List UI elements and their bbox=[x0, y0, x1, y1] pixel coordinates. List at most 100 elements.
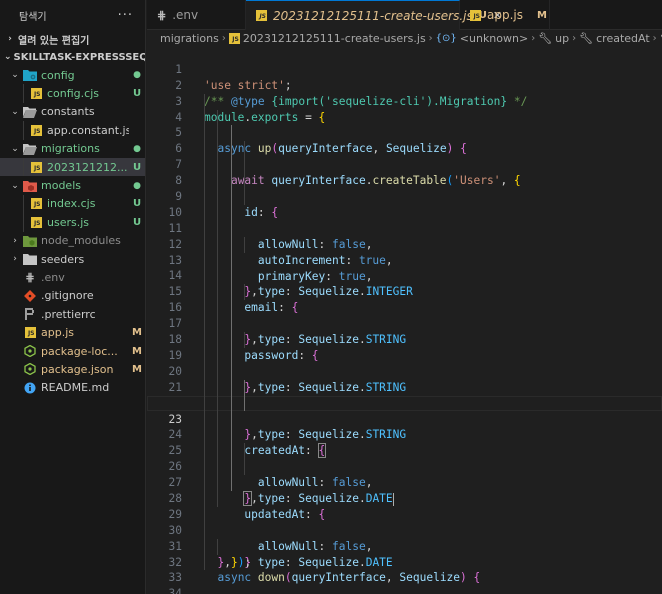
folder-open-icon bbox=[23, 142, 37, 156]
tree-label: seeders bbox=[41, 252, 85, 266]
tree-label: node_modules bbox=[41, 234, 121, 248]
tree-label: .env bbox=[41, 270, 65, 284]
tab-create-users[interactable]: JS 20231212125111-create-users.js U ✕ bbox=[246, 0, 502, 30]
tree-label: index.cjs bbox=[47, 197, 96, 211]
code-line: 7 allowNull: false, bbox=[147, 141, 662, 251]
code-line: 14 }, bbox=[147, 252, 662, 346]
tab-app-js[interactable]: JS app.js M bbox=[460, 0, 550, 30]
env-file-icon: ⋕ bbox=[157, 8, 167, 22]
status-dot: ● bbox=[133, 180, 141, 191]
tree-label: config.cjs bbox=[47, 87, 99, 101]
tab-status-modified: M bbox=[537, 9, 547, 21]
indent-guide bbox=[23, 194, 24, 214]
js-file-icon: JS bbox=[470, 9, 481, 21]
code-line: 21 createdAt: { bbox=[147, 363, 662, 459]
git-icon bbox=[23, 289, 37, 303]
tree-label: .prettierrc bbox=[41, 307, 96, 321]
explorer-sidebar: 탐색기 ··· › 열려 있는 편집기 ⌄ SKILLTASK-EXPRESSS… bbox=[0, 0, 146, 594]
js-file-icon: JS bbox=[23, 326, 37, 340]
tree-file-env[interactable]: ⋕ .env bbox=[0, 268, 145, 286]
code-line: 8 autoIncrement: true, bbox=[147, 157, 662, 267]
chevron-down-icon: ⌄ bbox=[11, 70, 19, 81]
tree-folder-migrations[interactable]: ⌄ migrations ● bbox=[0, 140, 145, 158]
tree-file-index-cjs[interactable]: JS index.cjs U bbox=[0, 194, 145, 214]
npm-package-icon bbox=[23, 344, 37, 358]
code-line: 3 module.exports = { bbox=[147, 78, 662, 124]
code-line: 11 }, bbox=[147, 204, 662, 298]
tree-label: constants bbox=[41, 105, 95, 119]
tree-file-config-cjs[interactable]: JS config.cjs U bbox=[0, 84, 145, 103]
indent-guide bbox=[23, 213, 24, 232]
chevron-right-icon: › bbox=[13, 235, 17, 246]
tree-file-package-lock[interactable]: package-loc... M bbox=[0, 342, 145, 360]
folder-open-icon bbox=[23, 105, 37, 119]
tree-file-package-json[interactable]: package.json M bbox=[0, 360, 145, 378]
js-file-icon: JS bbox=[228, 32, 240, 44]
code-line: 17 }, bbox=[147, 300, 662, 394]
code-line: 2 /** @type {import('sequelize-cli').Mig… bbox=[147, 62, 662, 108]
tree-file-migration-selected[interactable]: JS 2023121212... U bbox=[0, 157, 145, 177]
code-line: 19 type: Sequelize.STRING bbox=[147, 332, 662, 441]
tree-label: package-loc... bbox=[41, 344, 118, 358]
folder-node-icon bbox=[23, 234, 37, 248]
js-file-icon: JS bbox=[29, 215, 43, 229]
tree-folder-constants[interactable]: ⌄ constants bbox=[0, 103, 145, 121]
tree-file-readme[interactable]: README.md bbox=[0, 379, 145, 397]
project-section[interactable]: ⌄ SKILLTASK-EXPRESSSEQUE... bbox=[0, 48, 145, 66]
tree-folder-models[interactable]: ⌄ models ● bbox=[0, 176, 145, 194]
tree-label: README.md bbox=[41, 381, 110, 395]
breadcrumb-item[interactable]: <unknown> bbox=[460, 32, 528, 45]
tree-folder-config[interactable]: ⌄ config ● bbox=[0, 66, 145, 84]
code-line: 22 allowNull: false, bbox=[147, 379, 662, 489]
project-label: SKILLTASK-EXPRESSSEQUE... bbox=[13, 51, 145, 63]
js-file-icon: JS bbox=[29, 123, 43, 137]
wrench-icon: 🔧︎ bbox=[579, 31, 594, 45]
tree-file-app-js[interactable]: JS app.js M bbox=[0, 323, 145, 341]
code-editor[interactable]: 1 'use strict'; 2 /** @type {import('seq… bbox=[147, 46, 662, 594]
status-modified: M bbox=[132, 363, 142, 375]
tree-file-app-constant-js[interactable]: JS app.constant.js bbox=[0, 121, 145, 140]
code-line: 12 email: { bbox=[147, 220, 662, 314]
tab-label: 20231212125111-create-users.js bbox=[273, 8, 473, 23]
code-line: 6 id: { bbox=[147, 125, 662, 219]
folder-icon bbox=[23, 252, 37, 266]
chevron-right-icon: › bbox=[13, 254, 17, 265]
env-file-icon: ⋕ bbox=[25, 270, 35, 284]
breadcrumb-item[interactable]: up bbox=[555, 32, 569, 45]
code-line: 13 type: Sequelize.STRING bbox=[147, 236, 662, 346]
code-line: 25 updatedAt: { bbox=[147, 427, 662, 521]
breadcrumb-item[interactable]: 20231212125111-create-users.js bbox=[243, 32, 426, 45]
breadcrumb-item[interactable]: createdAt bbox=[596, 32, 650, 45]
tree-folder-seeders[interactable]: › seeders bbox=[0, 250, 145, 268]
tab-env[interactable]: ⋕ .env bbox=[147, 0, 246, 30]
chevron-right-icon: › bbox=[572, 32, 577, 44]
folder-models-icon bbox=[23, 179, 37, 193]
status-modified: M bbox=[132, 327, 142, 339]
breadcrumb-item[interactable]: migrations bbox=[160, 32, 219, 45]
tree-file-users-js[interactable]: JS users.js U bbox=[0, 213, 145, 232]
indent-guide bbox=[23, 84, 24, 103]
code-line: 4 async up(queryInterface, Sequelize) { bbox=[147, 93, 662, 155]
tab-label: app.js bbox=[487, 8, 523, 22]
tab-label: .env bbox=[172, 8, 199, 22]
code-line: 9 primaryKey: true, bbox=[147, 173, 662, 283]
tree-folder-node-modules[interactable]: › node_modules bbox=[0, 232, 145, 250]
tree-file-prettierrc[interactable]: .prettierrc bbox=[0, 305, 145, 323]
code-line: 1 'use strict'; bbox=[147, 46, 662, 92]
chevron-down-icon: ⌄ bbox=[11, 143, 19, 154]
prettier-icon bbox=[23, 307, 37, 321]
code-line: 28 } bbox=[147, 475, 662, 569]
open-editors-label: 열려 있는 편집기 bbox=[18, 35, 90, 47]
tree-file-gitignore[interactable]: .gitignore bbox=[0, 287, 145, 305]
status-modified: M bbox=[132, 345, 142, 357]
info-icon bbox=[23, 381, 37, 395]
indent-guide bbox=[23, 121, 24, 140]
explorer-title: 탐색기 bbox=[19, 11, 47, 23]
tree-label: package.json bbox=[41, 362, 114, 376]
more-actions-icon[interactable]: ··· bbox=[118, 8, 133, 23]
open-editors-section[interactable]: › 열려 있는 편집기 bbox=[0, 30, 145, 48]
editor-tab-bar: ⋕ .env JS 20231212125111-create-users.js… bbox=[147, 0, 662, 30]
indent-guide bbox=[23, 157, 24, 177]
js-file-icon: JS bbox=[29, 87, 43, 101]
js-file-icon: JS bbox=[256, 10, 267, 21]
